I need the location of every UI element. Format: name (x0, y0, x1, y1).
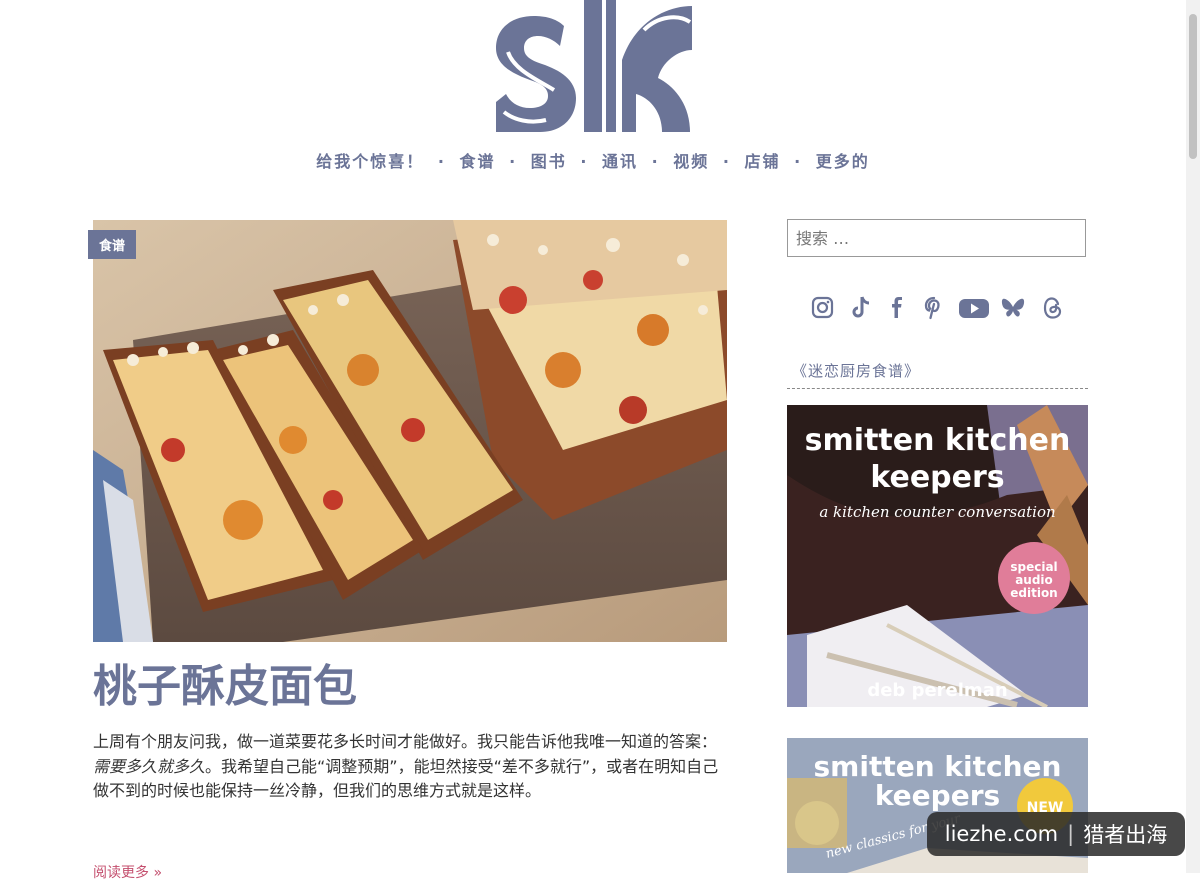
youtube-icon[interactable] (958, 294, 990, 322)
tiktok-icon[interactable] (848, 294, 874, 322)
widget-divider (787, 388, 1088, 389)
book1-badge-line1: special (1010, 560, 1057, 574)
post-category-badge[interactable]: 食谱 (88, 230, 137, 259)
book-cover-keepers[interactable]: smitten kitchen keepers a kitchen counte… (787, 405, 1088, 707)
read-more-link[interactable]: 阅读更多 » (93, 862, 162, 882)
facebook-icon[interactable] (884, 294, 910, 322)
pinterest-icon[interactable] (921, 294, 947, 322)
excerpt-emphasis: 需要多久就多久 (93, 756, 206, 776)
bluesky-icon[interactable] (1000, 294, 1026, 322)
nav-more[interactable]: 更多的 (816, 152, 870, 171)
watermark-badge: liezhe.com | 猎者出海 (927, 812, 1185, 856)
scrollbar[interactable] (1186, 0, 1200, 873)
logo-text: sk (494, 0, 496, 1)
book1-title-line2: keepers (870, 460, 1004, 495)
watermark-domain: liezhe.com (944, 822, 1059, 846)
nav-videos[interactable]: 视频 (673, 152, 709, 171)
post-excerpt: 上周有个朋友问我，做一道菜要花多长时间才能做好。我只能告诉他我唯一知道的答案： 需… (93, 730, 731, 804)
excerpt-text-1: 上周有个朋友问我，做一道菜要花多长时间才能做好。我只能告诉他我唯一知道的答案： (93, 732, 718, 751)
nav-books[interactable]: 图书 (531, 152, 567, 171)
main-nav: 给我个惊喜！ · 食谱 · 图书 · 通讯 · 视频 · 店铺 · 更多的 (0, 148, 1186, 172)
book1-badge-line2: audio (1015, 573, 1053, 587)
book1-title-line1: smitten kitchen (805, 423, 1071, 458)
site-logo[interactable]: sk (494, 0, 692, 134)
nav-separator: · (509, 152, 518, 171)
nav-surprise[interactable]: 给我个惊喜！ (316, 152, 424, 171)
book1-author: deb perelman (867, 680, 1007, 701)
post-title[interactable]: 桃子酥皮面包 (93, 650, 357, 714)
book2-title-line2: keepers (875, 779, 1000, 812)
widget-title[interactable]: 《迷恋厨房食谱》 (792, 360, 920, 381)
nav-separator: · (794, 152, 803, 171)
post-featured-image[interactable] (93, 220, 727, 642)
social-links (810, 294, 1070, 324)
watermark-brand: 猎者出海 (1083, 823, 1168, 847)
instagram-icon[interactable] (810, 294, 836, 322)
search-input[interactable] (787, 219, 1086, 257)
threads-icon[interactable] (1040, 294, 1066, 322)
nav-shop[interactable]: 店铺 (744, 152, 780, 171)
nav-separator: · (722, 152, 731, 171)
book1-badge-line3: edition (1010, 586, 1057, 600)
watermark-divider: | (1067, 822, 1075, 846)
scrollbar-thumb[interactable] (1189, 14, 1197, 159)
nav-newsletter[interactable]: 通讯 (602, 152, 638, 171)
nav-separator: · (651, 152, 660, 171)
book1-subtitle: a kitchen counter conversation (819, 503, 1055, 521)
nav-recipes[interactable]: 食谱 (459, 152, 495, 171)
nav-separator: · (437, 152, 446, 171)
nav-separator: · (580, 152, 589, 171)
